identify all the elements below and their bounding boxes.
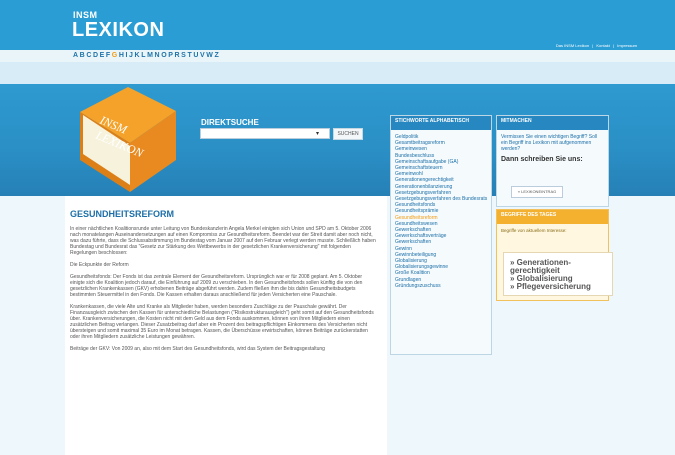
toplink-separator: |: [613, 43, 615, 48]
article-paragraph: Krankenkassen, die viele Alte und Kranke…: [70, 304, 374, 340]
toplink-impressum[interactable]: Impressum: [617, 43, 637, 48]
alphabet-letter-h[interactable]: H: [119, 52, 126, 59]
begriffe-item[interactable]: » Pflegeversicherung: [510, 283, 606, 291]
begriffe-list: » Generationen- gerechtigkeit » Globalis…: [503, 252, 613, 296]
mitmachen-cta: Dann schreiben Sie uns:: [501, 156, 583, 163]
begriffe-header: BEGRIFFE DES TAGES: [497, 210, 608, 224]
toplink-separator: |: [592, 43, 594, 48]
article-paragraph: Die Eckpunkte der Reform: [70, 262, 129, 268]
page: INSM LEXIKON Das INSM Lexikon | Kontakt …: [0, 0, 675, 455]
alphabet-bar: ABCDEFGHIJKLMNOPRSTUVWZ: [0, 50, 675, 62]
alphabet-letter-z[interactable]: Z: [215, 52, 221, 59]
page-title: GESUNDHEITSREFORM: [70, 209, 175, 219]
sidebar-item[interactable]: Gründungszuschuss: [395, 283, 487, 289]
top-links: Das INSM Lexikon | Kontakt | Impressum: [554, 43, 637, 48]
toplink-lexikon[interactable]: Das INSM Lexikon: [556, 43, 589, 48]
article-text: In einer nächtlichen Koalitionsrunde unt…: [70, 226, 376, 358]
brand-title[interactable]: LEXIKON: [72, 19, 164, 42]
mitmachen-header: MITMACHEN: [497, 116, 608, 130]
alphabet-letter-c[interactable]: C: [86, 52, 93, 59]
sidebar-header: STICHWORTE ALPHABETISCH: [391, 116, 491, 130]
article-paragraph: In einer nächtlichen Koalitionsrunde unt…: [70, 226, 376, 256]
alphabetical-keywords: STICHWORTE ALPHABETISCH Geldpolitik Gesam…: [390, 115, 492, 355]
mitmachen-text: Vermissen Sie einen wichtigen Begriff? S…: [501, 134, 598, 152]
sidebar-list: Geldpolitik Gesamtbeitragsreform Gemeinwes…: [391, 134, 491, 289]
toplink-kontakt[interactable]: Kontakt: [596, 43, 610, 48]
alphabet-letter-m[interactable]: M: [147, 52, 154, 59]
mitmachen-box: MITMACHEN Vermissen Sie einen wichtigen …: [496, 115, 609, 207]
alphabet-letter-g[interactable]: G: [112, 52, 119, 59]
search-input[interactable]: [200, 128, 330, 139]
alphabet-letter-w[interactable]: W: [206, 52, 214, 59]
alphabet-letter-a[interactable]: A: [73, 52, 80, 59]
direct-search-label: DIREKTSUCHE: [201, 118, 259, 127]
article-paragraph: Beiträge der GKV: Von 2009 an, also mit …: [70, 346, 325, 352]
dropdown-icon[interactable]: ▾: [316, 130, 319, 137]
alphabet-letters: ABCDEFGHIJKLMNOPRSTUVWZ: [73, 52, 220, 59]
begriffe-subtitle: Begriffe von aktuellem Interesse:: [501, 228, 567, 233]
article-paragraph: Gesundheitsfonds: Der Fonds ist das zent…: [70, 274, 363, 298]
lexikon-book-illustration: INSM LEXIKON: [72, 80, 182, 200]
alphabet-letter-u[interactable]: U: [193, 52, 200, 59]
search-button[interactable]: SUCHEN: [333, 128, 363, 140]
lexikon-entry-button[interactable]: » LEXIKONEINTRAG: [511, 186, 563, 198]
begriffe-des-tages-box: BEGRIFFE DES TAGES Begriffe von aktuelle…: [496, 209, 613, 301]
alphabet-letter-d[interactable]: D: [93, 52, 100, 59]
